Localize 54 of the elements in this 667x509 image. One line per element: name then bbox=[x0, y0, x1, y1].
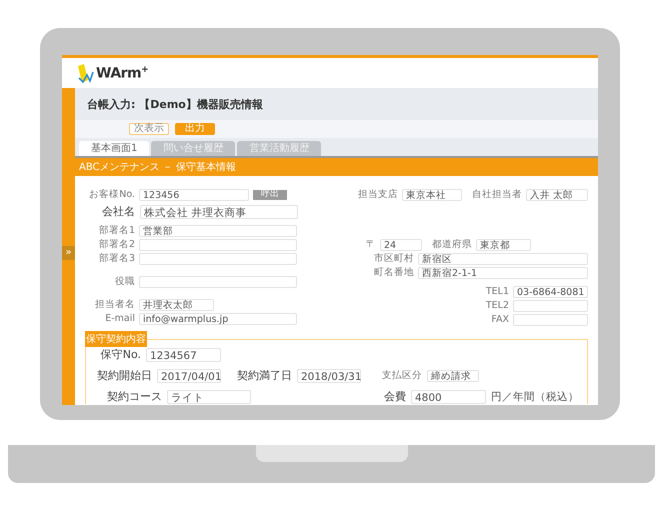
input-field[interactable] bbox=[139, 252, 297, 264]
tab[interactable]: 基本画面1 bbox=[79, 141, 150, 156]
input-field[interactable]: 2018/03/31 bbox=[297, 368, 361, 382]
field-label: 会社名 bbox=[101, 204, 135, 219]
panel-legend: 保守契約内容 bbox=[85, 331, 147, 347]
field-label: 契約コース bbox=[106, 389, 162, 404]
input-field[interactable]: 03-6864-8081 bbox=[513, 286, 588, 298]
input-field[interactable] bbox=[513, 314, 588, 326]
input-field[interactable]: 株式会社 井理衣商事 bbox=[140, 204, 298, 218]
field-label: 町名番地 bbox=[373, 266, 414, 279]
field-label: 支払区分 bbox=[381, 369, 422, 382]
field-label: 役職 bbox=[114, 275, 135, 288]
field-label: TEL2 bbox=[484, 300, 509, 311]
page-title: 台帳入力: 【Demo】機器販売情報 bbox=[87, 96, 263, 112]
input-field[interactable]: ライト bbox=[167, 390, 251, 404]
input-field[interactable] bbox=[513, 300, 588, 312]
input-field[interactable] bbox=[139, 238, 297, 250]
input-field[interactable]: 西新宿2-1-1 bbox=[418, 266, 588, 278]
input-field[interactable]: 4800 bbox=[411, 390, 486, 404]
input-field[interactable]: 2017/04/01 bbox=[157, 368, 221, 382]
field-label: 自社担当者 bbox=[471, 188, 522, 201]
field-label: 部署名1 bbox=[98, 224, 135, 237]
action-button[interactable]: 次表示 bbox=[129, 123, 169, 135]
input-field[interactable]: 営業部 bbox=[139, 224, 297, 236]
input-field[interactable]: 締め請求 bbox=[427, 370, 479, 382]
field-label: 部署名3 bbox=[98, 252, 135, 265]
input-field[interactable]: info@warmplus.jp bbox=[139, 312, 297, 324]
postal-mark: 〒 bbox=[365, 238, 376, 251]
fee-unit: 円／年間（税込） bbox=[491, 390, 579, 404]
field-label: TEL1 bbox=[484, 286, 509, 297]
input-field[interactable]: 東京本社 bbox=[402, 188, 462, 200]
field-label: 保守No. bbox=[100, 347, 141, 362]
input-field[interactable] bbox=[139, 276, 297, 288]
field-label: E-mail bbox=[104, 313, 135, 324]
input-field[interactable]: 入井 太郎 bbox=[526, 188, 588, 200]
pencil-logo-icon bbox=[76, 62, 94, 84]
field-label: 会費 bbox=[383, 389, 406, 404]
field-label: お客様No. bbox=[88, 188, 135, 201]
input-field[interactable]: 新宿区 bbox=[418, 252, 588, 264]
input-field[interactable]: 東京都 bbox=[476, 238, 531, 250]
field-label: 担当者名 bbox=[94, 298, 135, 311]
field-label: 契約満了日 bbox=[236, 368, 292, 383]
field-label: 部署名2 bbox=[98, 238, 135, 251]
input-field[interactable]: 24 bbox=[380, 238, 422, 250]
input-field[interactable]: 123456 bbox=[139, 188, 249, 200]
field-label: FAX bbox=[490, 314, 509, 325]
field-label: 市区町村 bbox=[373, 252, 414, 265]
input-field[interactable]: 井理衣太郎 bbox=[139, 298, 214, 310]
logo-text: WArm$^{+}$ bbox=[96, 64, 148, 82]
input-field[interactable]: 1234567 bbox=[146, 348, 221, 362]
section-title: ABCメンテナンス － 保守基本情報 bbox=[79, 160, 236, 174]
field-label: 担当支店 bbox=[358, 188, 398, 201]
field-label: 契約開始日 bbox=[96, 368, 152, 383]
field-label: 都道府県 bbox=[431, 238, 472, 251]
